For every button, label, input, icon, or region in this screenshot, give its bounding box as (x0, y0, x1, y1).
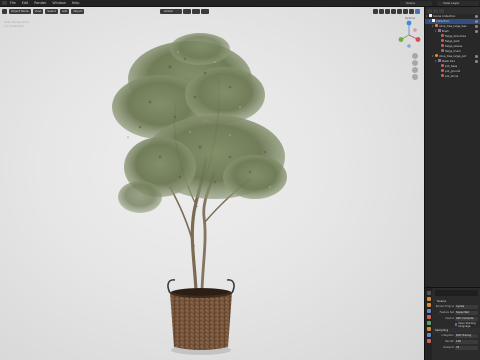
world-tab-icon[interactable] (426, 321, 431, 325)
rendered-olive-tree (112, 33, 287, 355)
scene-selector[interactable]: Scene (400, 1, 432, 6)
outliner-tree: ▾ Scene Collection ▾ Collection ▾ olive_tree_… (425, 14, 480, 79)
material-icon (441, 69, 444, 73)
outliner-item[interactable]: pot_stone (425, 74, 480, 79)
properties-body: Scene Render Engine Cycles Feature Set S… (433, 288, 480, 360)
object-icon (435, 24, 438, 28)
view-layer-selector[interactable]: View Layer (437, 1, 479, 6)
outliner-item-label: Twigs_branches (445, 34, 466, 38)
material-tab-icon[interactable] (426, 339, 431, 343)
properties-tabs (425, 288, 432, 360)
outliner-filter-icon[interactable] (439, 8, 444, 13)
tool-tab-icon[interactable] (426, 291, 431, 295)
viewport-samples-row: Viewport 32 (433, 345, 480, 350)
render-engine-label: Render Engine (435, 305, 454, 308)
outliner-item-label: pot_ground (445, 69, 461, 73)
top-bar: File Edit Render Window Help Scene View … (0, 0, 480, 7)
menu-file[interactable]: File (7, 1, 19, 5)
viewport-samples-field[interactable]: 32 (455, 345, 478, 350)
outliner-header (425, 7, 480, 14)
render-samples-field[interactable]: 128 (455, 339, 478, 344)
mesh-data-icon (438, 29, 441, 33)
output-tab-icon[interactable] (426, 303, 431, 307)
outliner-item-label: Collection (436, 19, 450, 23)
outliner-item-label: olive_tree_large_bas (439, 24, 467, 28)
device-row: Device GPU Compute (433, 316, 480, 321)
outliner-item-label: pot_stone (445, 74, 459, 78)
outliner-item-label: Twigs_leaves (445, 44, 463, 48)
integrator-label: Integrator (441, 334, 454, 337)
device-label: Device (445, 317, 454, 320)
menu-edit[interactable]: Edit (19, 1, 32, 5)
menu-help[interactable]: Help (69, 1, 83, 5)
outliner-editor-icon[interactable] (427, 8, 432, 13)
menu-window[interactable]: Window (49, 1, 68, 5)
viewport-samples-label: Viewport (442, 346, 454, 349)
osl-checkbox[interactable]: Open Shading Language (433, 321, 480, 328)
collection-icon (432, 19, 435, 23)
scene-tab-icon[interactable] (426, 315, 431, 319)
feature-set-dropdown[interactable]: Supported (455, 310, 478, 315)
material-icon (441, 74, 444, 78)
visibility-eye-icon[interactable] (475, 30, 478, 33)
outliner-panel: ▾ Scene Collection ▾ Collection ▾ olive_tree_… (424, 7, 480, 287)
view-layer-tab-icon[interactable] (426, 309, 431, 313)
feature-set-label: Feature Set (439, 311, 454, 314)
visibility-eye-icon[interactable] (475, 20, 478, 23)
render-samples-label: Render (445, 340, 454, 343)
properties-panel: Scene Render Engine Cycles Feature Set S… (424, 287, 480, 360)
outliner-item-label: Twigs_bark (445, 39, 460, 43)
3d-viewport[interactable]: Object Mode View Select Add Object Globa… (0, 7, 424, 360)
outliner-display-mode-icon[interactable] (433, 8, 438, 13)
osl-checkbox-label: Open Shading Language (458, 321, 476, 328)
outliner-item-label: olive_tree_large_pot (439, 54, 467, 58)
device-dropdown[interactable]: GPU Compute (455, 316, 478, 321)
material-icon (441, 64, 444, 68)
integrator-row: Integrator Path Tracing (433, 333, 480, 338)
outliner-item-label: Scene Collection (433, 14, 456, 18)
checkbox-icon (455, 323, 458, 326)
outliner-item-label: Bush (442, 29, 449, 33)
outliner-item-label: Twigs_trunk (445, 49, 461, 53)
modifier-tab-icon[interactable] (426, 333, 431, 337)
render-tab-icon[interactable] (426, 297, 431, 301)
visibility-eye-icon[interactable] (475, 60, 478, 63)
material-icon (441, 34, 444, 38)
menu-render[interactable]: Render (31, 1, 49, 5)
visibility-eye-icon[interactable] (475, 55, 478, 58)
object-icon (435, 54, 438, 58)
properties-search-input[interactable] (435, 290, 478, 296)
feature-set-row: Feature Set Supported (433, 310, 480, 315)
material-icon (441, 39, 444, 43)
render-samples-row: Render 128 (433, 339, 480, 344)
material-icon (441, 44, 444, 48)
mesh-data-icon (438, 59, 441, 63)
visibility-eye-icon[interactable] (475, 25, 478, 28)
object-tab-icon[interactable] (426, 327, 431, 331)
collection-icon (429, 14, 432, 18)
render-engine-row: Render Engine Cycles (433, 304, 480, 309)
material-icon (441, 49, 444, 53)
integrator-dropdown[interactable]: Path Tracing (455, 333, 478, 338)
outliner-item-label: pot_base (445, 64, 458, 68)
visibility-eye-icon[interactable] (475, 15, 478, 18)
render-engine-dropdown[interactable]: Cycles (455, 304, 478, 309)
outliner-item-label: Mesh.011 (442, 59, 456, 63)
